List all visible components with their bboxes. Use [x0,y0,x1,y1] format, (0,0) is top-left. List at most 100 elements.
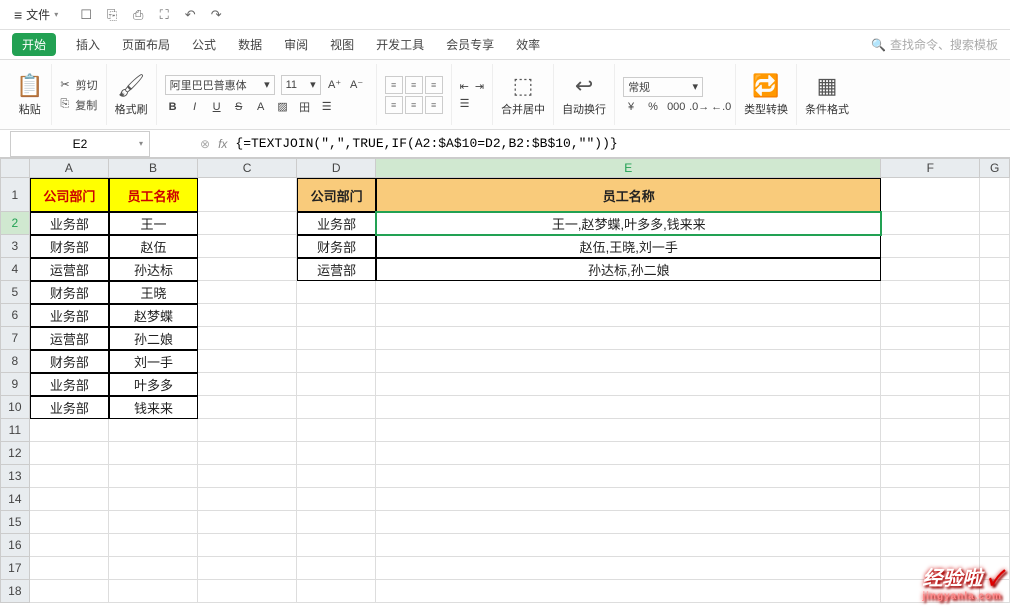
cell[interactable] [198,327,297,350]
cell[interactable]: 员工名称 [376,178,881,212]
cell[interactable] [376,327,881,350]
tab-review[interactable]: 审阅 [282,32,310,57]
save-icon[interactable]: ☐ [78,7,94,23]
cell[interactable]: 运营部 [297,258,376,281]
cell[interactable] [198,235,297,258]
row-header[interactable]: 8 [0,350,30,373]
cell[interactable]: 赵伍 [109,235,198,258]
cell[interactable] [297,488,376,511]
col-header[interactable]: C [198,158,297,178]
cell[interactable] [881,534,980,557]
font-name-select[interactable]: 阿里巴巴普惠体▾ [165,75,275,95]
type-convert-button[interactable]: 🔁 类型转换 [736,64,797,125]
cell[interactable] [30,465,109,488]
cell[interactable] [30,557,109,580]
cell[interactable] [30,419,109,442]
cell[interactable] [376,442,881,465]
cell[interactable] [980,488,1010,511]
cell[interactable] [980,281,1010,304]
row-header[interactable]: 12 [0,442,30,465]
cell[interactable] [376,304,881,327]
tab-insert[interactable]: 插入 [74,32,102,57]
cell[interactable] [109,534,198,557]
row-header[interactable]: 6 [0,304,30,327]
tab-start[interactable]: 开始 [12,33,56,56]
cell[interactable] [297,373,376,396]
preview-icon[interactable]: ⛶ [156,7,172,23]
cell[interactable] [198,419,297,442]
cell[interactable] [980,350,1010,373]
cell[interactable] [109,511,198,534]
row-header[interactable]: 11 [0,419,30,442]
cell[interactable] [881,465,980,488]
row-header[interactable]: 14 [0,488,30,511]
cell[interactable] [198,511,297,534]
cell[interactable] [297,511,376,534]
indent-buttons[interactable]: ⇤⇥ [460,80,484,93]
cell[interactable] [109,557,198,580]
col-header[interactable]: E [376,158,881,178]
cut-button[interactable]: ✂剪切 [60,77,97,93]
cell[interactable] [109,419,198,442]
number-format-select[interactable]: 常规▾ [623,77,703,97]
merge-button[interactable]: ⬚ 合并居中 [493,64,554,125]
cell[interactable]: 孙二娘 [109,327,198,350]
cell[interactable] [980,258,1010,281]
cell[interactable] [980,465,1010,488]
fill-color-button[interactable]: ▨ [275,100,291,113]
cell[interactable] [881,373,980,396]
cell[interactable] [376,465,881,488]
cell[interactable] [980,534,1010,557]
cell[interactable] [30,534,109,557]
format-painter-button[interactable]: 🖌 格式刷 [107,64,157,125]
cell[interactable] [980,304,1010,327]
cell[interactable] [980,235,1010,258]
row-header[interactable]: 4 [0,258,30,281]
active-cell[interactable]: 王一,赵梦蝶,叶多多,钱来来 [376,212,881,235]
cell[interactable]: 赵伍,王晓,刘一手 [376,235,881,258]
cell[interactable] [297,442,376,465]
wrap-button[interactable]: ↩ 自动换行 [554,64,615,125]
cell[interactable] [198,350,297,373]
cell[interactable]: 业务部 [30,396,109,419]
cell[interactable] [198,465,297,488]
comma-icon[interactable]: 000 [667,101,683,113]
decrease-font-icon[interactable]: A⁻ [349,78,365,91]
currency-icon[interactable]: ¥ [623,101,639,113]
row-header[interactable]: 18 [0,580,30,603]
redo-icon[interactable]: ↷ [208,7,224,23]
cell[interactable]: 业务部 [30,373,109,396]
cell[interactable] [881,327,980,350]
row-header[interactable]: 3 [0,235,30,258]
save-as-icon[interactable]: ⎘ [104,7,120,23]
cell[interactable] [980,396,1010,419]
cell[interactable] [980,442,1010,465]
cell[interactable] [980,327,1010,350]
cell[interactable] [376,511,881,534]
cell[interactable]: 财务部 [297,235,376,258]
cell[interactable] [881,235,980,258]
cell[interactable]: 公司部门 [30,178,109,212]
search-input[interactable]: 🔍 查找命令、搜索模板 [871,36,998,53]
cell[interactable]: 叶多多 [109,373,198,396]
formula-input[interactable]: {=TEXTJOIN(",",TRUE,IF(A2:$A$10=D2,B2:$B… [235,136,617,151]
bold-button[interactable]: B [165,101,181,113]
cell[interactable] [376,557,881,580]
row-header[interactable]: 17 [0,557,30,580]
underline-button[interactable]: U [209,101,225,113]
cell[interactable] [980,511,1010,534]
row-header[interactable]: 15 [0,511,30,534]
alignment-grid[interactable]: ≡≡≡ ≡≡≡ [385,76,443,114]
cell[interactable]: 钱来来 [109,396,198,419]
tab-view[interactable]: 视图 [328,32,356,57]
cell[interactable] [881,488,980,511]
row-header[interactable]: 2 [0,212,30,235]
cell[interactable] [297,580,376,603]
cell[interactable] [881,258,980,281]
dec-decimal-icon[interactable]: ←.0 [711,101,727,113]
cell[interactable] [297,419,376,442]
row-header[interactable]: 16 [0,534,30,557]
file-menu[interactable]: 文件 [6,4,66,25]
cell[interactable] [376,488,881,511]
print-icon[interactable]: ⎙ [130,7,146,23]
